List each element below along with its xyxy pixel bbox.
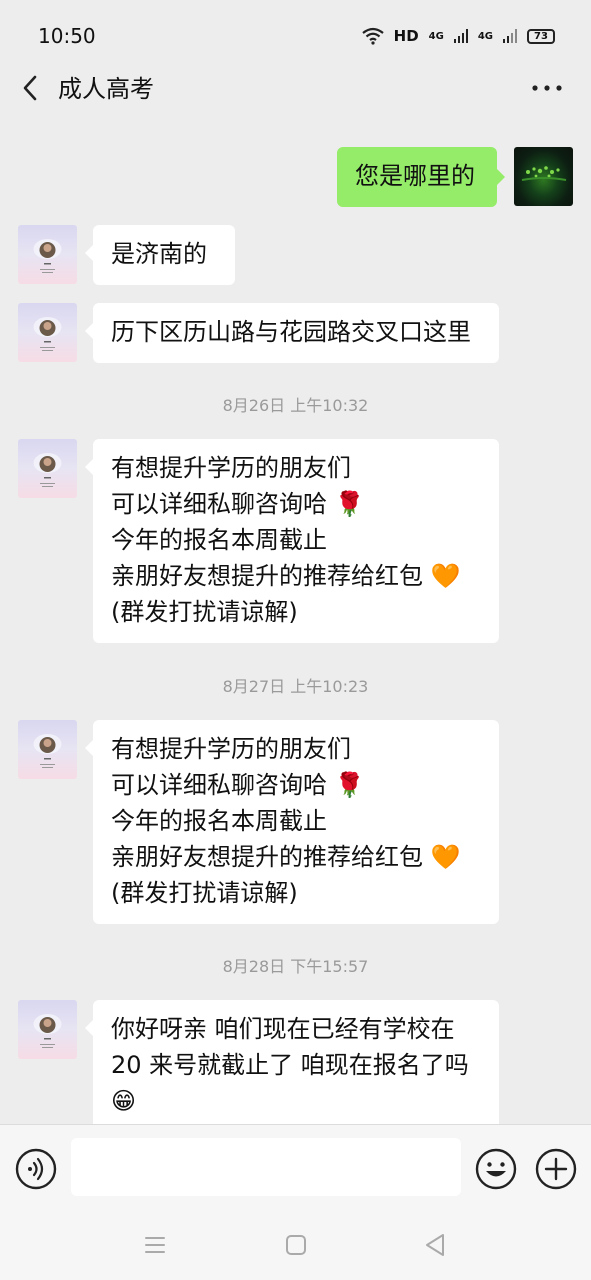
wifi-icon (361, 27, 384, 45)
message-bubble-incoming[interactable]: 历下区历山路与花园路交叉口这里 (85, 303, 499, 363)
message-timestamp: 8月28日 下午15:57 (222, 957, 369, 976)
battery-icon: 73 (527, 28, 555, 44)
chat-header: 成人高考 (0, 72, 591, 106)
voice-icon[interactable] (15, 1148, 57, 1190)
status-icons: HD 4G 4G 73 (361, 27, 555, 45)
chevron-left-icon[interactable] (20, 74, 40, 102)
network-label-1: 4G (428, 30, 444, 42)
contact-avatar[interactable] (18, 439, 77, 498)
avatar-image (521, 166, 567, 181)
contact-avatar[interactable] (18, 1000, 77, 1059)
avatar-image (33, 453, 62, 487)
message-bubble-outgoing[interactable]: 您是哪里的 (337, 147, 505, 207)
contact-avatar[interactable] (18, 303, 77, 362)
message-bubble-incoming[interactable]: 有想提升学历的朋友们 可以详细私聊咨询哈 🌹 今年的报名本周截止 亲朋好友想提升… (85, 439, 499, 643)
signal-icon-1 (453, 29, 468, 43)
plus-icon[interactable] (535, 1148, 577, 1190)
signal-icon-2 (503, 29, 517, 43)
avatar-image (33, 1014, 62, 1048)
system-nav-bar (0, 1212, 591, 1280)
message-bubble-incoming[interactable]: 有想提升学历的朋友们 可以详细私聊咨询哈 🌹 今年的报名本周截止 亲朋好友想提升… (85, 720, 499, 924)
home-icon[interactable] (285, 1234, 307, 1256)
message-input[interactable] (71, 1138, 461, 1196)
avatar-image (33, 239, 62, 273)
message-timestamp: 8月26日 上午10:32 (222, 396, 369, 415)
message-timestamp: 8月27日 上午10:23 (222, 677, 369, 696)
input-bar (0, 1124, 591, 1212)
chat-messages[interactable]: 您是哪里的 是济南的 历下区历山路与花园路交叉口这里 8月26日 上午10:32… (0, 110, 591, 1124)
avatar-image (33, 317, 62, 351)
chat-title: 成人高考 (58, 75, 154, 103)
more-dots-icon[interactable] (530, 78, 564, 98)
avatar-image (33, 734, 62, 768)
message-bubble-incoming[interactable]: 是济南的 (85, 225, 235, 285)
menu-icon[interactable] (144, 1234, 166, 1256)
emoji-icon[interactable] (475, 1148, 517, 1190)
network-label-2: 4G (477, 30, 493, 42)
contact-avatar[interactable] (18, 225, 77, 284)
message-bubble-incoming[interactable]: 你好呀亲 咱们现在已经有学校在 20 来号就截止了 咱现在报名了吗 😁 (85, 1000, 499, 1124)
back-triangle-icon[interactable] (424, 1232, 446, 1258)
contact-avatar[interactable] (18, 720, 77, 779)
status-time: 10:50 (38, 24, 96, 48)
status-bar: 10:50 HD 4G 4G 73 (0, 0, 591, 72)
my-avatar[interactable] (514, 147, 573, 206)
hd-label: HD (393, 27, 419, 45)
